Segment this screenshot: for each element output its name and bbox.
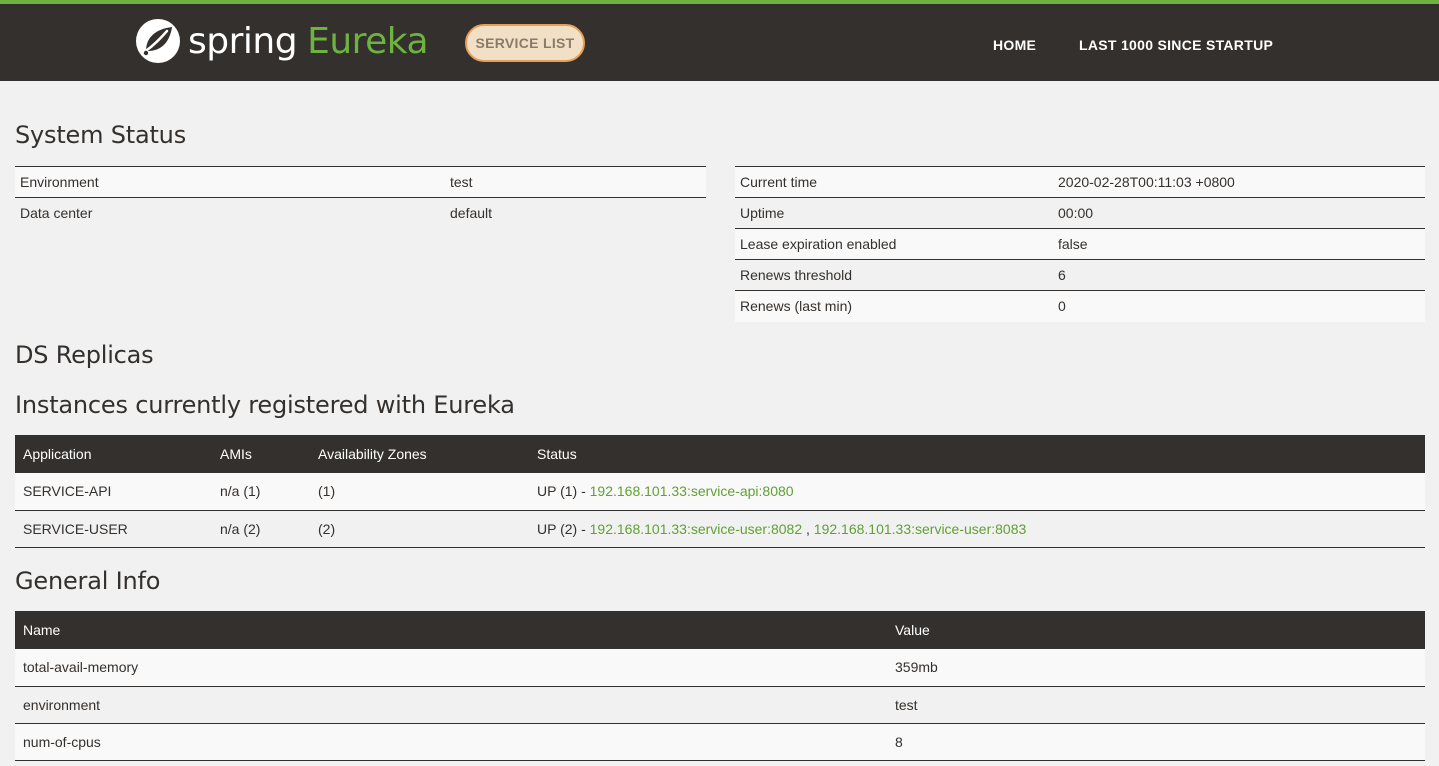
status-value: test bbox=[445, 166, 706, 198]
status-key: Renews (last min) bbox=[735, 290, 1053, 322]
system-status-right-table: Current time 2020-02-28T00:11:03 +0800 U… bbox=[735, 166, 1425, 322]
info-name: total-avail-memory bbox=[15, 649, 887, 687]
instances-title: Instances currently registered with Eure… bbox=[15, 391, 515, 419]
table-row: Uptime 00:00 bbox=[735, 197, 1425, 229]
status-key: Environment bbox=[15, 166, 445, 198]
column-header-status: Status bbox=[529, 435, 1425, 473]
status-text: UP (1) - bbox=[537, 483, 590, 500]
nav-last-1000-link[interactable]: LAST 1000 SINCE STARTUP bbox=[1079, 37, 1273, 53]
general-info-title: General Info bbox=[15, 567, 161, 595]
zones-value: (1) bbox=[310, 473, 529, 511]
info-name: num-of-cpus bbox=[15, 723, 887, 761]
system-status-title: System Status bbox=[15, 121, 187, 149]
brand-spring-text: spring bbox=[188, 20, 298, 62]
status-key: Uptime bbox=[735, 197, 1053, 229]
status-key: Renews threshold bbox=[735, 259, 1053, 291]
table-row: environment test bbox=[15, 686, 1425, 724]
info-value: 359mb bbox=[887, 649, 1425, 687]
nav-home-link[interactable]: HOME bbox=[993, 37, 1036, 53]
zones-value: (2) bbox=[310, 510, 529, 548]
info-name: environment bbox=[15, 686, 887, 724]
table-row: Renews (last min) 0 bbox=[735, 290, 1425, 322]
table-row: SERVICE-API n/a (1) (1) UP (1) - 192.168… bbox=[15, 473, 1425, 511]
status-value: default bbox=[445, 197, 706, 229]
application-name: SERVICE-API bbox=[15, 473, 212, 511]
table-row: Lease expiration enabled false bbox=[735, 228, 1425, 260]
brand-logo[interactable]: spring Eureka bbox=[134, 16, 429, 66]
instance-link[interactable]: 192.168.101.33:service-user:8083 bbox=[814, 521, 1026, 537]
status-value: false bbox=[1053, 228, 1425, 260]
instances-table: Application AMIs Availability Zones Stat… bbox=[15, 435, 1425, 548]
column-header-zones: Availability Zones bbox=[310, 435, 529, 473]
service-list-button[interactable]: SERVICE LIST bbox=[465, 24, 585, 62]
status-key: Lease expiration enabled bbox=[735, 228, 1053, 260]
status-value: 00:00 bbox=[1053, 197, 1425, 229]
info-value: 8 bbox=[887, 723, 1425, 761]
table-row: Renews threshold 6 bbox=[735, 259, 1425, 291]
brand-eureka-text: Eureka bbox=[307, 20, 429, 62]
table-row: num-of-cpus 8 bbox=[15, 723, 1425, 761]
column-header-application: Application bbox=[15, 435, 212, 473]
column-header-name: Name bbox=[15, 611, 887, 649]
top-navbar: spring Eureka SERVICE LIST HOME LAST 100… bbox=[0, 0, 1439, 81]
info-value: test bbox=[887, 686, 1425, 724]
system-status-left-table: Environment test Data center default bbox=[15, 166, 706, 229]
table-row: Data center default bbox=[15, 197, 706, 229]
column-header-value: Value bbox=[887, 611, 1425, 649]
column-header-amis: AMIs bbox=[212, 435, 310, 473]
status-value: 2020-02-28T00:11:03 +0800 bbox=[1053, 166, 1425, 198]
table-header-row: Name Value bbox=[15, 611, 1425, 649]
table-row: Environment test bbox=[15, 166, 706, 198]
table-row: SERVICE-USER n/a (2) (2) UP (2) - 192.16… bbox=[15, 510, 1425, 548]
status-text: UP (2) - bbox=[537, 520, 590, 537]
status-cell: UP (2) - 192.168.101.33:service-user:808… bbox=[529, 510, 1425, 548]
amis-value: n/a (1) bbox=[212, 473, 310, 511]
status-key: Data center bbox=[15, 197, 445, 229]
status-key: Current time bbox=[735, 166, 1053, 198]
table-row: total-avail-memory 359mb bbox=[15, 649, 1425, 687]
status-value: 0 bbox=[1053, 290, 1425, 322]
status-value: 6 bbox=[1053, 259, 1425, 291]
instance-link[interactable]: 192.168.101.33:service-api:8080 bbox=[590, 483, 794, 499]
instance-link[interactable]: 192.168.101.33:service-user:8082 bbox=[590, 521, 802, 537]
ds-replicas-title: DS Replicas bbox=[15, 341, 154, 369]
amis-value: n/a (2) bbox=[212, 510, 310, 548]
link-separator: , bbox=[802, 520, 814, 537]
application-name: SERVICE-USER bbox=[15, 510, 212, 548]
spring-leaf-icon bbox=[136, 19, 180, 63]
status-cell: UP (1) - 192.168.101.33:service-api:8080 bbox=[529, 473, 1425, 511]
general-info-table: Name Value total-avail-memory 359mb envi… bbox=[15, 611, 1425, 761]
table-header-row: Application AMIs Availability Zones Stat… bbox=[15, 435, 1425, 473]
table-row: Current time 2020-02-28T00:11:03 +0800 bbox=[735, 166, 1425, 198]
